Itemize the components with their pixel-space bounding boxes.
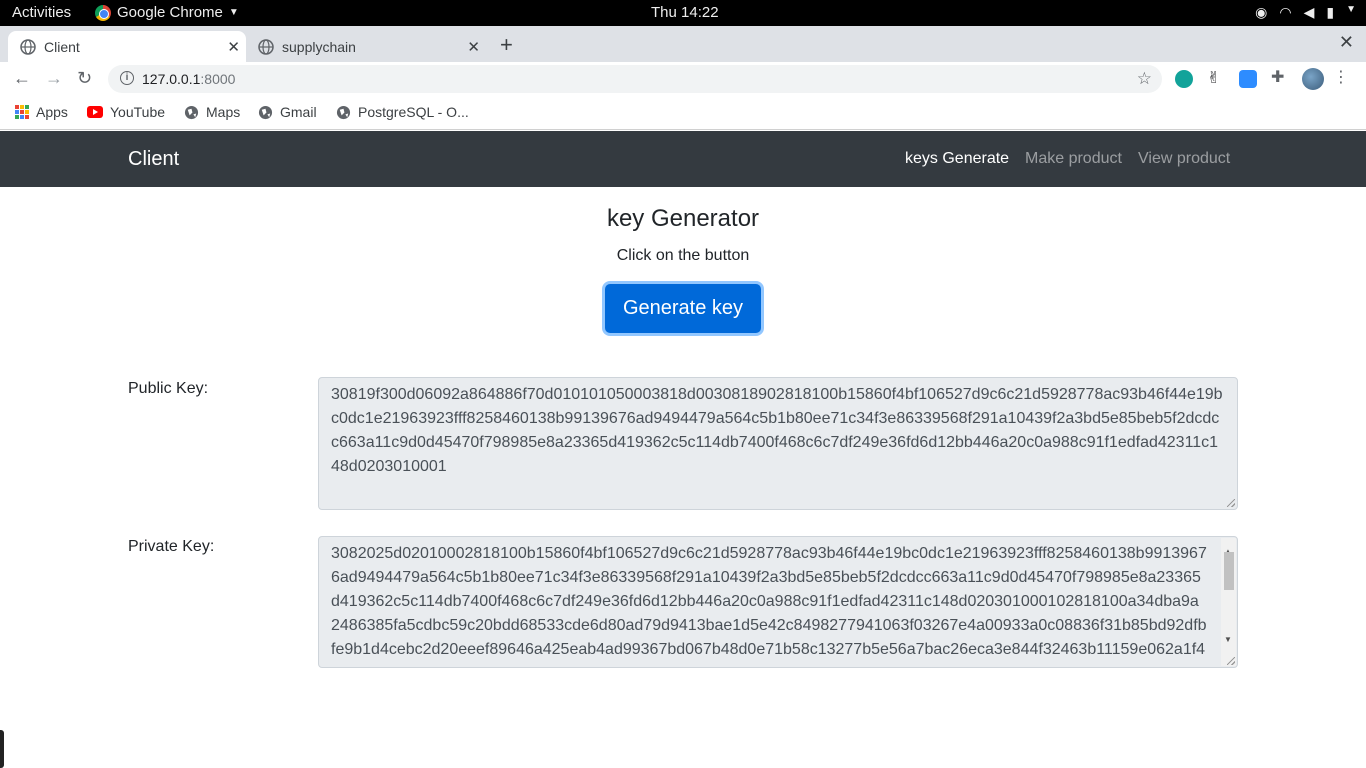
globe-icon	[258, 38, 274, 55]
scrollbar-thumb[interactable]	[1224, 552, 1234, 590]
bookmark-label: Apps	[36, 104, 68, 120]
bookmark-label: Maps	[206, 104, 241, 120]
url-text[interactable]: 127.0.0.1:8000	[142, 71, 235, 87]
new-tab-button[interactable]: +	[500, 32, 513, 58]
tab-client[interactable]: Client ✕	[8, 31, 246, 62]
nav-link-keys-generate[interactable]: keys Generate	[905, 150, 1009, 168]
more-menu-icon[interactable]: ⋮	[1333, 67, 1351, 86]
tab-title: supplychain	[282, 38, 356, 55]
address-bar[interactable]: i 127.0.0.1:8000 ☆	[108, 65, 1162, 93]
bookmarks-bar: Apps YouTube Maps Gmail PostgreSQL - O..…	[0, 96, 1366, 130]
bookmark-gmail[interactable]: Gmail	[258, 104, 317, 120]
globe-icon	[184, 105, 199, 119]
volume-icon: ◀	[1303, 4, 1315, 20]
bookmark-postgresql[interactable]: PostgreSQL - O...	[336, 104, 469, 120]
app-menu[interactable]: Google Chrome ▼	[95, 4, 239, 21]
activities-button[interactable]: Activities	[12, 4, 71, 21]
caret-down-icon: ▼	[228, 7, 239, 18]
system-tray[interactable]: ◉ ◠ ◀ ▮ ▼	[1255, 4, 1356, 21]
bookmark-label: Gmail	[280, 104, 317, 120]
tab-strip: Client ✕ supplychain ✕ + ✕	[0, 26, 1366, 62]
caret-down-icon: ▼	[1346, 4, 1356, 15]
resize-grip-icon[interactable]	[1227, 499, 1235, 507]
battery-icon: ▮	[1326, 4, 1335, 20]
globe-icon	[258, 105, 273, 119]
public-key-textarea[interactable]: 30819f300d06092a864886f70d01010105000381…	[318, 377, 1238, 510]
page-title: key Generator	[606, 205, 760, 232]
nav-link-view-product[interactable]: View product	[1138, 150, 1230, 168]
bookmark-maps[interactable]: Maps	[184, 104, 240, 120]
tab-supplychain[interactable]: supplychain ✕	[246, 31, 486, 62]
bookmark-star-icon[interactable]: ☆	[1137, 69, 1152, 89]
window-edge-tab	[0, 730, 4, 768]
resize-grip-icon[interactable]	[1227, 657, 1235, 665]
site-info-icon[interactable]: i	[120, 71, 134, 85]
bookmark-label: PostgreSQL - O...	[358, 104, 469, 120]
window-close-icon[interactable]: ✕	[1339, 32, 1354, 53]
profile-avatar[interactable]	[1302, 68, 1324, 90]
bookmark-youtube[interactable]: YouTube	[87, 104, 165, 120]
page-navbar: Client keys Generate Make product View p…	[0, 131, 1366, 187]
browser-toolbar: ← → ↻ i 127.0.0.1:8000 ☆ ✌ ✚ ⋮	[0, 62, 1366, 96]
chrome-icon	[95, 4, 111, 21]
reload-icon[interactable]: ↻	[77, 68, 92, 89]
scroll-down-icon[interactable]: ▼	[1224, 628, 1232, 652]
public-key-value: 30819f300d06092a864886f70d01010105000381…	[331, 386, 1223, 475]
globe-icon	[20, 38, 36, 55]
zoom-extension-icon[interactable]	[1239, 70, 1257, 88]
nav-link-make-product[interactable]: Make product	[1025, 150, 1122, 168]
close-tab-icon[interactable]: ✕	[227, 38, 240, 56]
page-subtitle: Click on the button	[616, 247, 750, 264]
forward-icon[interactable]: →	[45, 68, 63, 89]
extensions-puzzle-icon[interactable]: ✚	[1271, 67, 1289, 86]
extension-icon[interactable]	[1175, 70, 1193, 88]
youtube-icon	[87, 106, 103, 118]
extension-icon[interactable]: ✌	[1207, 68, 1225, 87]
public-key-label: Public Key:	[128, 380, 209, 397]
location-icon: ◉	[1255, 4, 1268, 20]
app-menu-label: Google Chrome	[117, 4, 223, 21]
tab-title: Client	[44, 38, 80, 55]
system-top-bar: Activities Google Chrome ▼ Thu 14:22 ◉ ◠…	[0, 0, 1366, 26]
private-key-label: Private Key:	[128, 538, 215, 555]
globe-icon	[336, 105, 351, 119]
clock[interactable]: Thu 14:22	[651, 4, 719, 21]
navbar-brand[interactable]: Client	[128, 148, 179, 171]
generate-key-button[interactable]: Generate key	[605, 284, 761, 333]
back-icon[interactable]: ←	[13, 68, 31, 89]
private-key-value: 3082025d02010002818100b15860f4bf106527d9…	[331, 545, 1207, 658]
bookmark-apps[interactable]: Apps	[15, 104, 68, 120]
textarea-scrollbar[interactable]: ▲ ▼	[1221, 538, 1236, 666]
bookmark-label: YouTube	[110, 104, 166, 120]
wifi-icon: ◠	[1279, 4, 1292, 20]
private-key-textarea[interactable]: 3082025d02010002818100b15860f4bf106527d9…	[318, 536, 1238, 668]
close-tab-icon[interactable]: ✕	[467, 38, 480, 56]
apps-grid-icon	[15, 105, 29, 119]
